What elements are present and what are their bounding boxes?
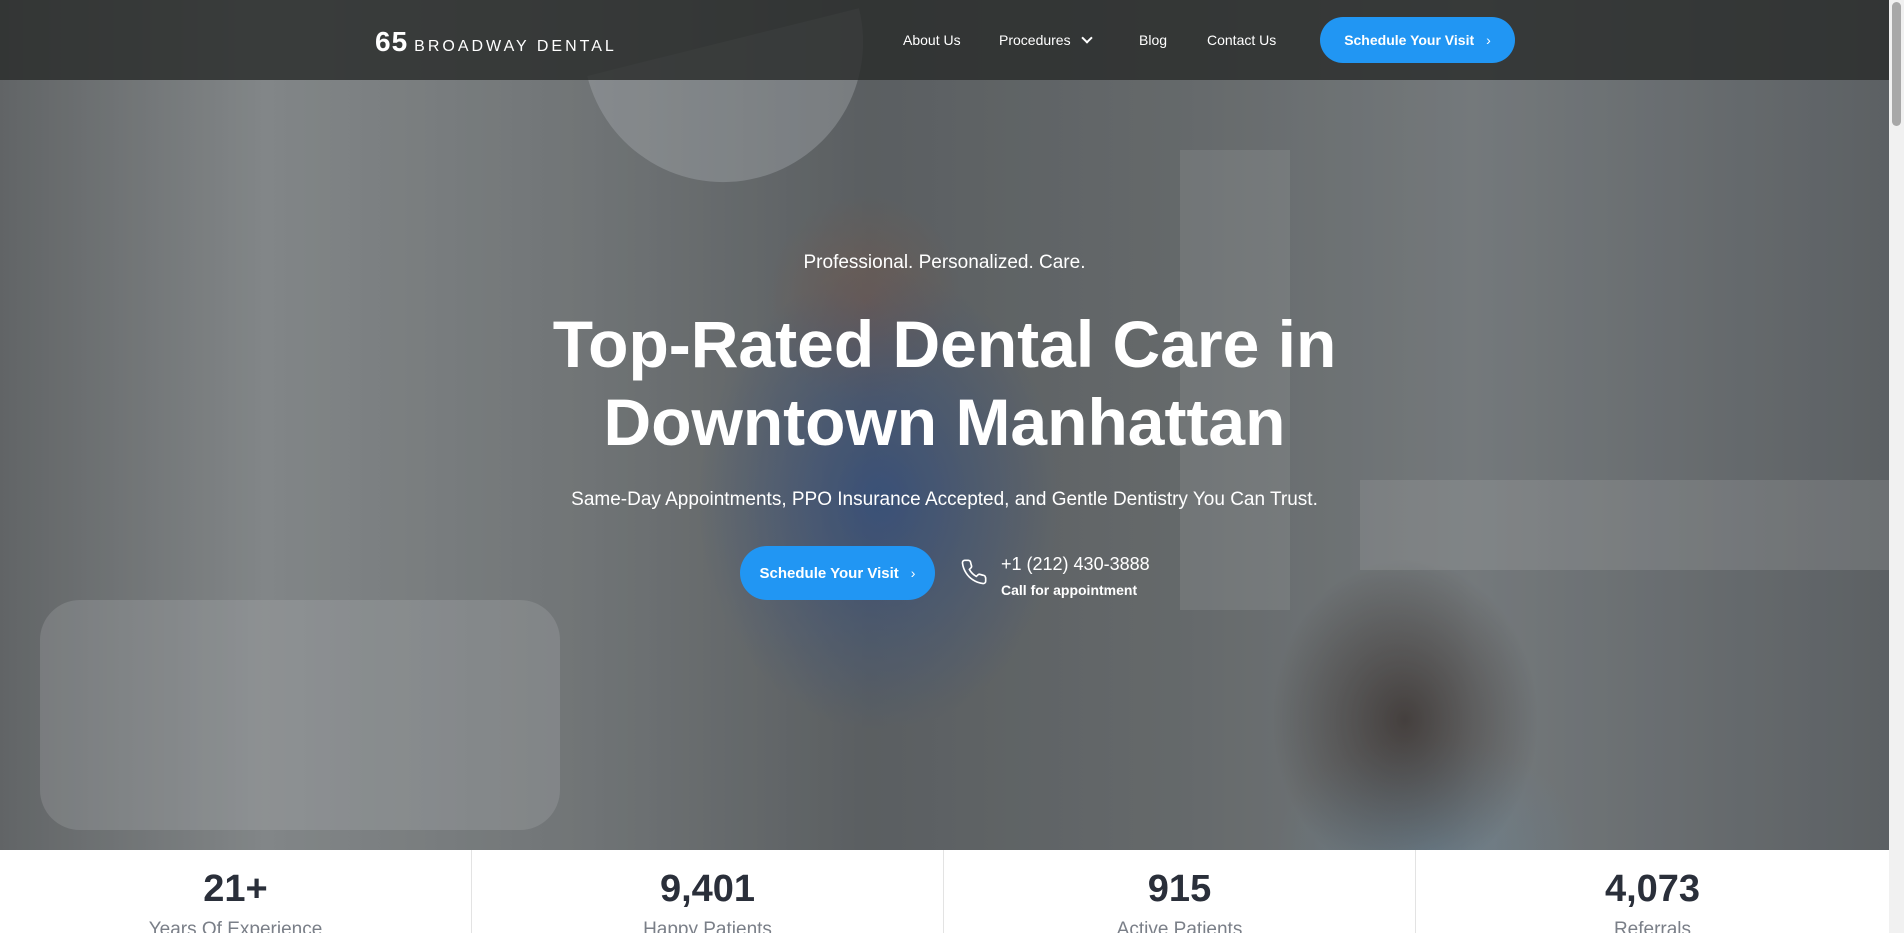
stat-label: Referrals <box>1613 919 1692 933</box>
hero-headline: Top-Rated Dental Care in Downtown Manhat… <box>0 305 1889 461</box>
hero-schedule-visit-label: Schedule Your Visit <box>759 564 899 582</box>
hero-tagline: Professional. Personalized. Care. <box>803 252 1086 273</box>
stat-referrals: 4,073 Referrals <box>1416 850 1889 933</box>
site-header: 65 BROADWAY DENTAL About Us Procedures Bl… <box>0 0 1889 80</box>
stat-label: Happy Patients <box>643 919 772 933</box>
hero-subheading: Same-Day Appointments, PPO Insurance Acc… <box>571 489 1318 510</box>
nav-blog[interactable]: Blog <box>1139 32 1167 48</box>
logo-text: BROADWAY DENTAL <box>414 38 617 55</box>
stat-value: 915 <box>1147 868 1212 910</box>
nav-procedures[interactable]: Procedures <box>999 32 1093 48</box>
stat-value: 4,073 <box>1604 868 1701 910</box>
page: Professional. Personalized. Care. Top-Ra… <box>0 0 1889 933</box>
chevron-right-icon: › <box>1486 32 1491 48</box>
hero-headline-line-1: Top-Rated Dental Care in <box>552 307 1337 381</box>
site-logo[interactable]: 65 BROADWAY DENTAL <box>375 26 617 58</box>
chevron-down-icon <box>1080 32 1093 44</box>
hero-section: Professional. Personalized. Care. Top-Ra… <box>0 0 1889 850</box>
logo-number: 65 <box>375 26 409 57</box>
phone-icon[interactable] <box>960 558 988 586</box>
stats-bar: 21+ Years Of Experience 9,401 Happy Pati… <box>0 850 1889 933</box>
header-schedule-visit-label: Schedule Your Visit <box>1344 32 1475 48</box>
header-schedule-visit-button[interactable]: Schedule Your Visit › <box>1320 17 1515 63</box>
stat-years-experience: 21+ Years Of Experience <box>0 850 472 933</box>
chevron-right-icon: › <box>910 565 916 581</box>
hero-schedule-visit-button[interactable]: Schedule Your Visit › <box>740 546 935 600</box>
nav-contact-us[interactable]: Contact Us <box>1207 32 1276 48</box>
hero-headline-line-2: Downtown Manhattan <box>603 385 1286 459</box>
scrollbar-thumb[interactable] <box>1892 2 1901 126</box>
stat-label: Active Patients <box>1116 919 1243 933</box>
phone-number-link[interactable]: +1 (212) 430-3888 <box>1001 554 1150 575</box>
nav-procedures-label: Procedures <box>999 32 1071 48</box>
stat-value: 9,401 <box>659 868 756 910</box>
stat-value: 21+ <box>203 868 268 910</box>
vertical-scrollbar[interactable] <box>1889 0 1904 933</box>
stat-label: Years Of Experience <box>148 919 323 933</box>
stat-active-patients: 915 Active Patients <box>944 850 1416 933</box>
stat-happy-patients: 9,401 Happy Patients <box>472 850 944 933</box>
phone-caption: Call for appointment <box>1001 582 1138 598</box>
nav-about-us[interactable]: About Us <box>903 32 961 48</box>
